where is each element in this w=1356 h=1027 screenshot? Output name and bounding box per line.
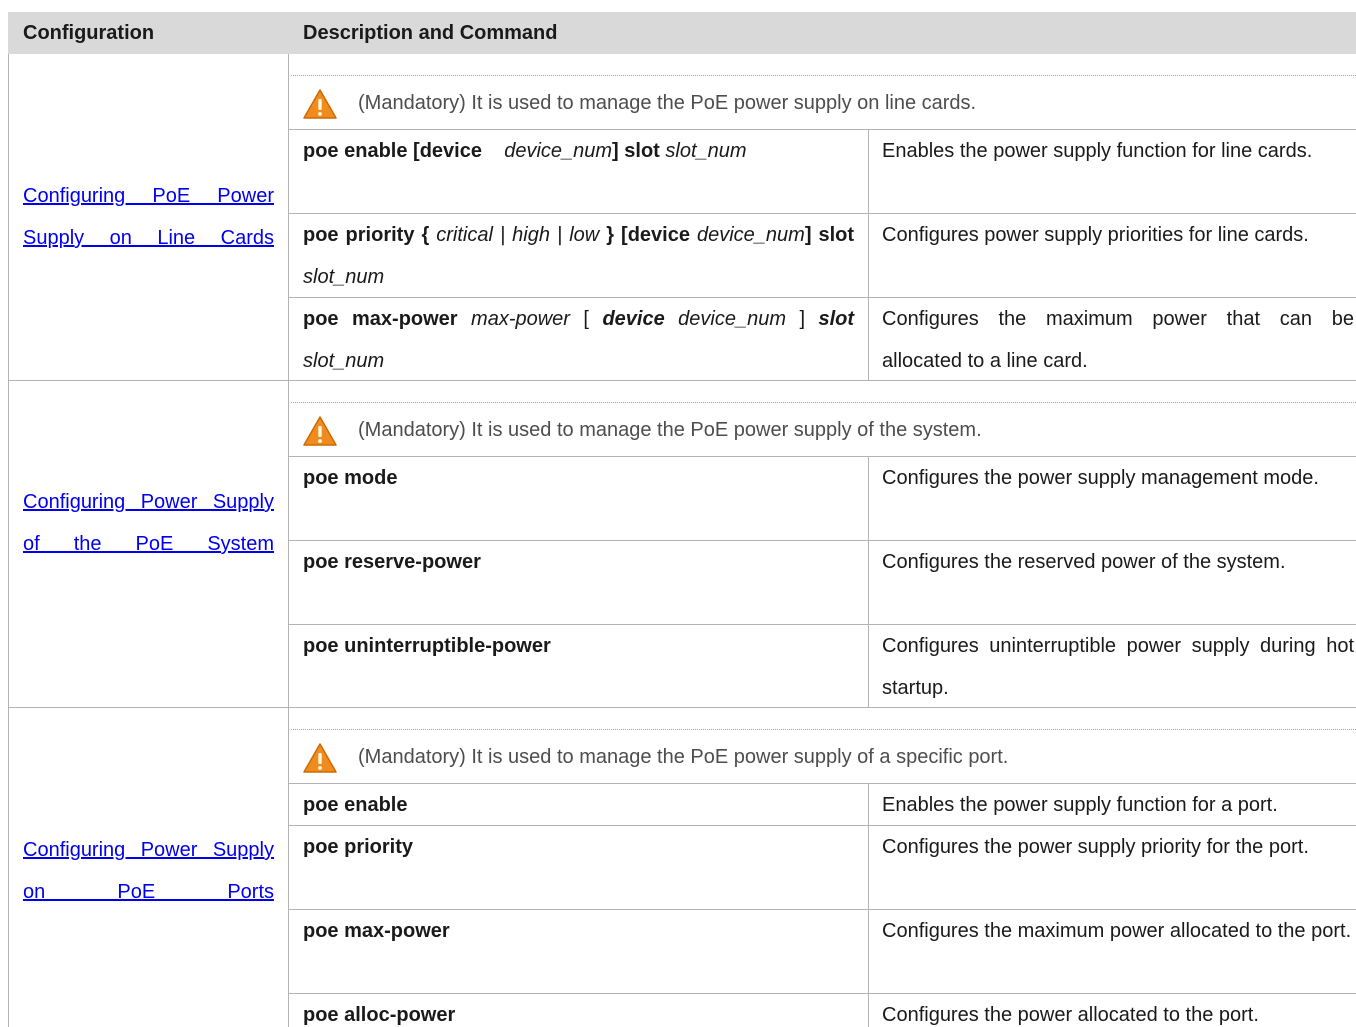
cell-divider [868, 130, 869, 381]
description-cell: Configures the reserved power of the sys… [882, 551, 1286, 573]
cmd-separator: | [499, 224, 506, 246]
mandatory-note: (Mandatory) It is used to manage the PoE… [302, 85, 1342, 125]
config-table: Configuration Description and Command Co… [8, 12, 1356, 1027]
command-cell: poe priority { critical | high | low } [… [303, 214, 854, 298]
cmd-argument: critical [436, 224, 493, 246]
config-link-line-cards-cell: Configuring PoE Power Supply on Line Car… [23, 175, 274, 259]
cell-divider [868, 457, 869, 708]
mandatory-note-text: (Mandatory) It is used to manage the PoE… [358, 419, 982, 441]
cmd-bracket: ] [799, 308, 806, 330]
command-cell: poe priority [303, 826, 854, 868]
command-cell: poe uninterruptible-power [303, 625, 854, 667]
cmd-argument: device_num [696, 224, 805, 246]
warning-icon [303, 89, 337, 119]
mandatory-note: (Mandatory) It is used to manage the PoE… [302, 739, 1342, 779]
cmd-argument: low [569, 224, 600, 246]
cmd-separator: | [557, 224, 563, 246]
config-link-poe-system[interactable]: Configuring Power Supply of the PoE Syst… [23, 491, 274, 555]
mandatory-note: (Mandatory) It is used to manage the PoE… [302, 412, 1342, 452]
cmd-argument: device_num [504, 140, 613, 162]
cmd-argument: high [512, 224, 550, 246]
cmd-keyword: poe uninterruptible-power [303, 635, 551, 657]
config-link-poe-system-cell: Configuring Power Supply of the PoE Syst… [23, 481, 274, 565]
command-cell: poe enable [303, 784, 854, 826]
warning-icon [303, 416, 337, 446]
config-link-poe-ports[interactable]: Configuring Power Supply on PoE Ports [23, 839, 274, 903]
cmd-keyword: poe enable [303, 794, 408, 816]
dotted-separator [291, 402, 1356, 403]
cmd-keyword: poe reserve-power [303, 551, 481, 573]
config-link-line-cards[interactable]: Configuring PoE Power Supply on Line Car… [23, 185, 274, 249]
config-link-poe-ports-cell: Configuring Power Supply on PoE Ports [23, 829, 274, 913]
description-cell: Configures the maximum power that can be… [882, 308, 1354, 372]
command-cell: poe max-power max-power [ device device_… [303, 298, 854, 382]
cmd-keyword: ] slot [804, 224, 855, 246]
cmd-keyword: poe mode [303, 467, 398, 489]
mandatory-note-text: (Mandatory) It is used to manage the PoE… [358, 746, 1009, 768]
cmd-keyword: poe alloc-power [303, 1004, 456, 1026]
header-configuration: Configuration [23, 22, 155, 44]
command-cell: poe reserve-power [303, 541, 854, 583]
dotted-separator [291, 729, 1356, 730]
header-description: Description and Command [303, 22, 558, 44]
cmd-bracket: [ [583, 308, 589, 330]
description-cell: Enables the power supply function for a … [882, 794, 1278, 816]
cmd-argument: slot_num [665, 140, 747, 162]
warning-icon [303, 743, 337, 773]
cmd-argument: slot_num [303, 266, 385, 288]
description-cell: Configures the power supply management m… [882, 467, 1319, 489]
description-cell: Configures the power supply priority for… [882, 836, 1309, 858]
table-header: Configuration Description and Command [8, 12, 1356, 54]
command-cell: poe enable [device device_num] slot slot… [303, 130, 854, 172]
cmd-argument: device_num [678, 308, 786, 330]
mandatory-note-text: (Mandatory) It is used to manage the PoE… [358, 92, 977, 114]
cmd-keyword: ] slot [612, 140, 660, 162]
cmd-keyword: poe max-power [303, 920, 450, 942]
description-cell: Configures uninterruptible power supply … [882, 635, 1354, 699]
cmd-keyword: poe priority [303, 836, 414, 858]
description-cell: Enables the power supply function for li… [882, 140, 1313, 162]
cmd-keyword: poe enable [device [303, 140, 482, 162]
cell-divider [868, 784, 869, 1027]
command-cell: poe alloc-power [303, 994, 854, 1027]
cmd-argument: max-power [471, 308, 570, 330]
command-cell: poe mode [303, 457, 854, 499]
cmd-argument: slot_num [303, 350, 385, 372]
cmd-keyword: } [device [606, 224, 690, 246]
cmd-keyword: device [602, 308, 665, 330]
cmd-keyword: poe max-power [303, 308, 458, 330]
description-cell: Configures the maximum power allocated t… [882, 920, 1352, 942]
table-border-left [8, 54, 9, 1027]
cmd-keyword: poe priority { [303, 224, 430, 246]
description-cell: Configures the power allocated to the po… [882, 1004, 1259, 1026]
command-cell: poe max-power [303, 910, 854, 952]
dotted-separator [291, 75, 1356, 76]
description-cell: Configures power supply priorities for l… [882, 224, 1309, 246]
cmd-keyword: slot [818, 308, 855, 330]
